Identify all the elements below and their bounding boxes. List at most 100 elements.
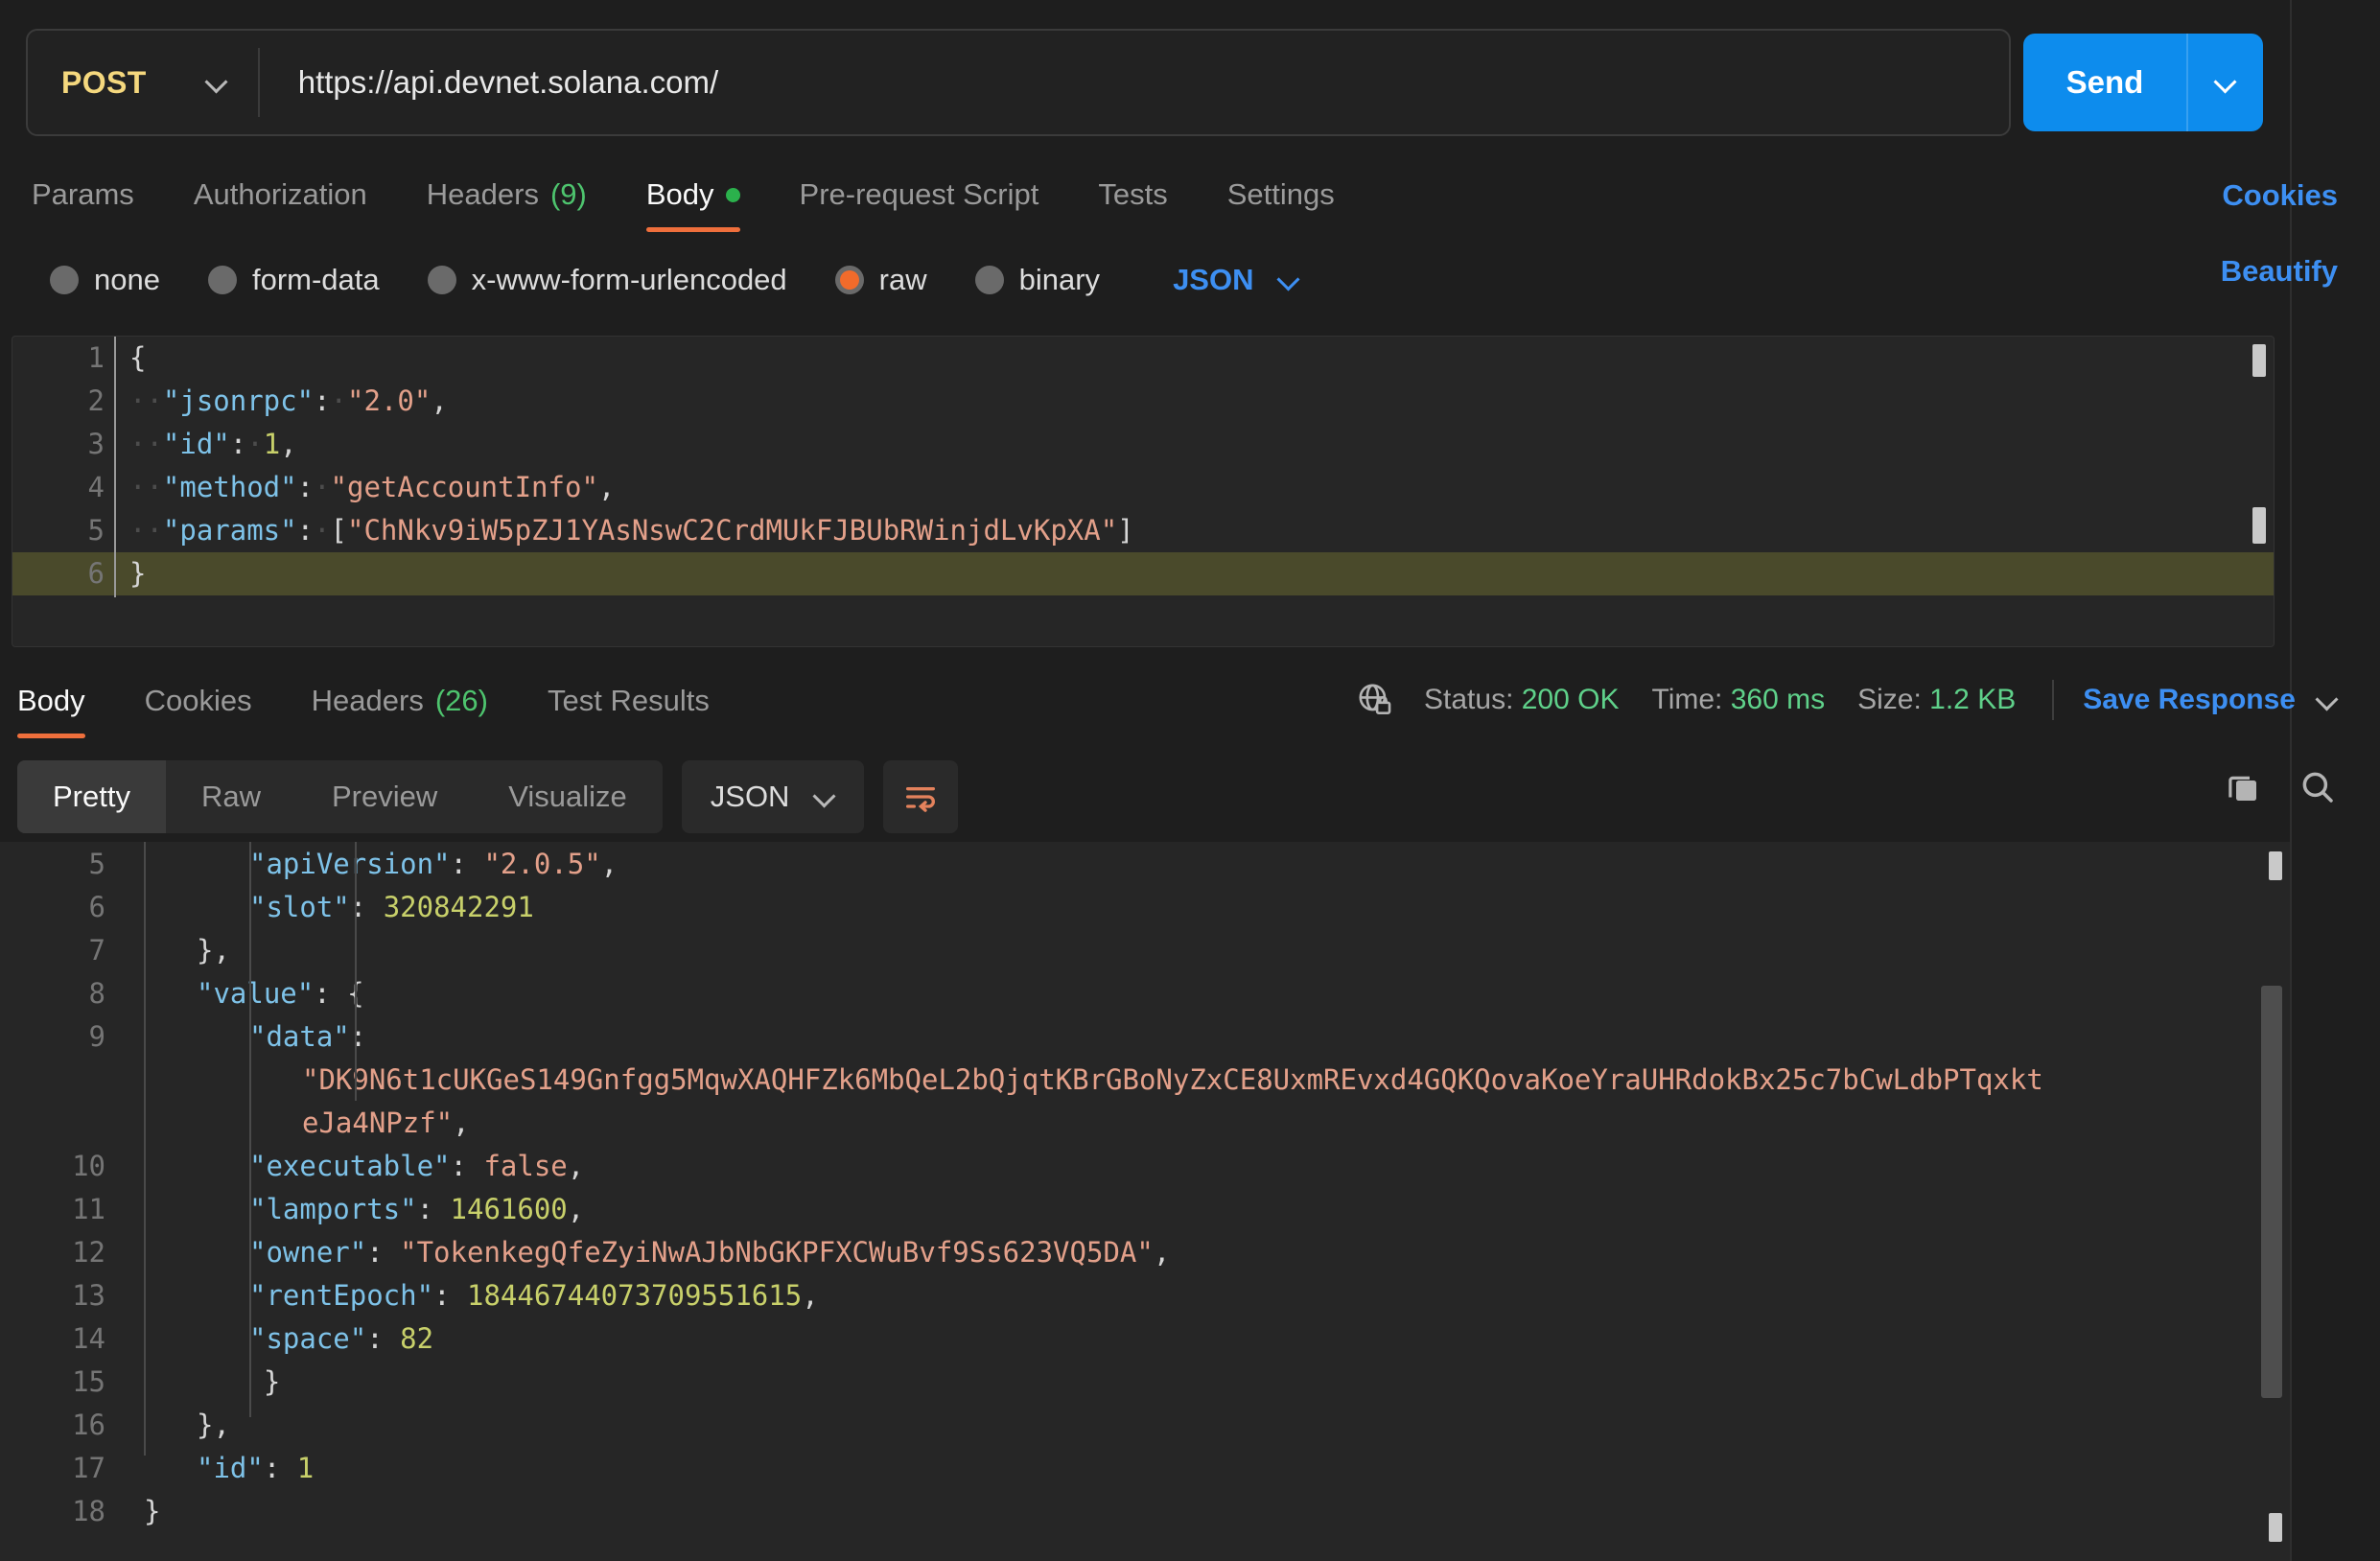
- token: ]: [1117, 514, 1133, 547]
- code-content: "rentEpoch": 18446744073709551615,: [105, 1279, 819, 1312]
- code-line[interactable]: 5··"params":·["ChNkv9iW5pZJ1YAsNswC2CrdM…: [12, 509, 2274, 552]
- time-value: 360 ms: [1731, 684, 1825, 715]
- code-line[interactable]: 5"apiVersion": "2.0.5",: [0, 842, 2290, 885]
- line-number: 9: [0, 1020, 105, 1053]
- token: "rentEpoch": [249, 1279, 433, 1312]
- request-code[interactable]: 1{2··"jsonrpc":·"2.0",3··"id":·1,4··"met…: [12, 337, 2274, 595]
- response-tab-body[interactable]: Body: [17, 660, 115, 742]
- send-button[interactable]: Send: [2023, 34, 2186, 131]
- line-number: 15: [0, 1365, 105, 1398]
- token: "executable": [249, 1150, 451, 1182]
- view-mode-raw[interactable]: Raw: [166, 760, 296, 833]
- code-line[interactable]: 15 }: [0, 1360, 2290, 1403]
- response-format-selector[interactable]: JSON: [682, 760, 865, 833]
- token: "TokenkegQfeZyiNwAJbNbGKPFXCWuBvf9Ss623V…: [400, 1236, 1154, 1269]
- radio-button[interactable]: [835, 266, 864, 294]
- code-line[interactable]: 18}: [0, 1489, 2290, 1532]
- raw-format-selector[interactable]: JSON: [1173, 263, 1299, 297]
- response-body-viewer[interactable]: 4"context": {5"apiVersion": "2.0.5",6"sl…: [0, 842, 2290, 1561]
- body-type-binary[interactable]: binary: [975, 263, 1100, 297]
- code-line[interactable]: 10"executable": false,: [0, 1144, 2290, 1187]
- url-bar[interactable]: POST https://api.devnet.solana.com/: [26, 29, 2011, 136]
- word-wrap-button[interactable]: [883, 760, 958, 833]
- request-tab-params[interactable]: Params: [32, 153, 164, 236]
- view-mode-visualize[interactable]: Visualize: [473, 760, 663, 833]
- code-line[interactable]: 9"data":: [0, 1014, 2290, 1058]
- request-body-editor[interactable]: 1{2··"jsonrpc":·"2.0",3··"id":·1,4··"met…: [12, 336, 2275, 647]
- token: ··: [129, 384, 163, 417]
- body-type-x-www-form-urlencoded[interactable]: x-www-form-urlencoded: [428, 263, 787, 297]
- line-number: 11: [0, 1193, 105, 1225]
- body-type-none[interactable]: none: [50, 263, 160, 297]
- indent-guide: [249, 842, 251, 1417]
- send-button-group[interactable]: Send: [2023, 34, 2263, 131]
- url-input[interactable]: https://api.devnet.solana.com/: [260, 64, 718, 101]
- code-line[interactable]: 14"space": 82: [0, 1316, 2290, 1360]
- response-tab-cookies[interactable]: Cookies: [115, 660, 282, 742]
- response-tab-test-results[interactable]: Test Results: [518, 660, 739, 742]
- token: "lamports": [249, 1193, 417, 1225]
- body-type-raw[interactable]: raw: [835, 263, 927, 297]
- cookies-link[interactable]: Cookies: [2222, 178, 2338, 213]
- token: false: [483, 1150, 567, 1182]
- code-line[interactable]: eJa4NPzf",: [0, 1101, 2290, 1144]
- code-line[interactable]: 6}: [12, 552, 2274, 595]
- code-line[interactable]: 3··"id":·1,: [12, 423, 2274, 466]
- token: 1: [297, 1452, 314, 1484]
- http-method-selector[interactable]: POST: [28, 31, 227, 134]
- scrollbar-thumb-bottom[interactable]: [2269, 1513, 2282, 1542]
- response-code[interactable]: 4"context": {5"apiVersion": "2.0.5",6"sl…: [0, 842, 2290, 1532]
- token: ,: [431, 384, 447, 417]
- code-line[interactable]: 1{: [12, 337, 2274, 380]
- code-line[interactable]: 13"rentEpoch": 18446744073709551615,: [0, 1273, 2290, 1316]
- token: 18446744073709551615: [467, 1279, 802, 1312]
- send-options-button[interactable]: [2188, 34, 2263, 131]
- token: }: [144, 1495, 160, 1527]
- radio-button[interactable]: [50, 266, 79, 294]
- code-line[interactable]: 16},: [0, 1403, 2290, 1446]
- request-tab-authorization[interactable]: Authorization: [164, 153, 397, 236]
- copy-icon[interactable]: [2223, 767, 2263, 812]
- token: :: [350, 1020, 366, 1053]
- code-line[interactable]: 8"value": {: [0, 971, 2290, 1014]
- scrollbar-thumb-top[interactable]: [2269, 851, 2282, 880]
- radio-button[interactable]: [208, 266, 237, 294]
- request-tab-settings[interactable]: Settings: [1198, 153, 1365, 236]
- line-number: 13: [0, 1279, 105, 1312]
- request-tab-body[interactable]: Body: [617, 153, 770, 236]
- code-line[interactable]: 11"lamports": 1461600,: [0, 1187, 2290, 1230]
- response-tab-headers[interactable]: Headers(26): [282, 660, 518, 742]
- chevron-down-icon[interactable]: [2317, 689, 2338, 711]
- status-value: 200 OK: [1522, 684, 1620, 715]
- token: {: [129, 341, 146, 374]
- radio-button[interactable]: [975, 266, 1004, 294]
- response-scrollbar-thumb[interactable]: [2261, 986, 2282, 1398]
- code-line[interactable]: "DK9N6t1cUKGeS149Gnfgg5MqwXAQHFZk6MbQeL2…: [0, 1058, 2290, 1101]
- token: :: [297, 514, 314, 547]
- code-line[interactable]: 7},: [0, 928, 2290, 971]
- token: }: [129, 557, 146, 590]
- code-line[interactable]: 2··"jsonrpc":·"2.0",: [12, 380, 2274, 423]
- body-type-label: raw: [879, 263, 927, 297]
- radio-button[interactable]: [428, 266, 456, 294]
- code-line[interactable]: 12"owner": "TokenkegQfeZyiNwAJbNbGKPFXCW…: [0, 1230, 2290, 1273]
- request-tab-headers[interactable]: Headers(9): [397, 153, 617, 236]
- code-line[interactable]: 17"id": 1: [0, 1446, 2290, 1489]
- beautify-button[interactable]: Beautify: [2221, 254, 2338, 289]
- view-mode-preview[interactable]: Preview: [296, 760, 473, 833]
- tab-label: Test Results: [548, 684, 710, 718]
- scrollbar-thumb[interactable]: [2252, 507, 2266, 544]
- search-icon[interactable]: [2298, 767, 2338, 812]
- request-tab-bar: ParamsAuthorizationHeaders(9)BodyPre-req…: [0, 153, 2290, 236]
- token: :: [417, 1193, 451, 1225]
- save-response-button[interactable]: Save Response: [2083, 684, 2296, 716]
- body-type-form-data[interactable]: form-data: [208, 263, 380, 297]
- code-line[interactable]: 6"slot": 320842291: [0, 885, 2290, 928]
- request-tab-pre-request-script[interactable]: Pre-request Script: [770, 153, 1069, 236]
- code-line[interactable]: 4··"method":·"getAccountInfo",: [12, 466, 2274, 509]
- body-type-row: none form-data x-www-form-urlencoded raw bin…: [0, 242, 2290, 318]
- token: ,: [1154, 1236, 1170, 1269]
- request-tab-tests[interactable]: Tests: [1068, 153, 1197, 236]
- scrollbar-thumb-top[interactable]: [2252, 344, 2266, 377]
- view-mode-pretty[interactable]: Pretty: [17, 760, 166, 833]
